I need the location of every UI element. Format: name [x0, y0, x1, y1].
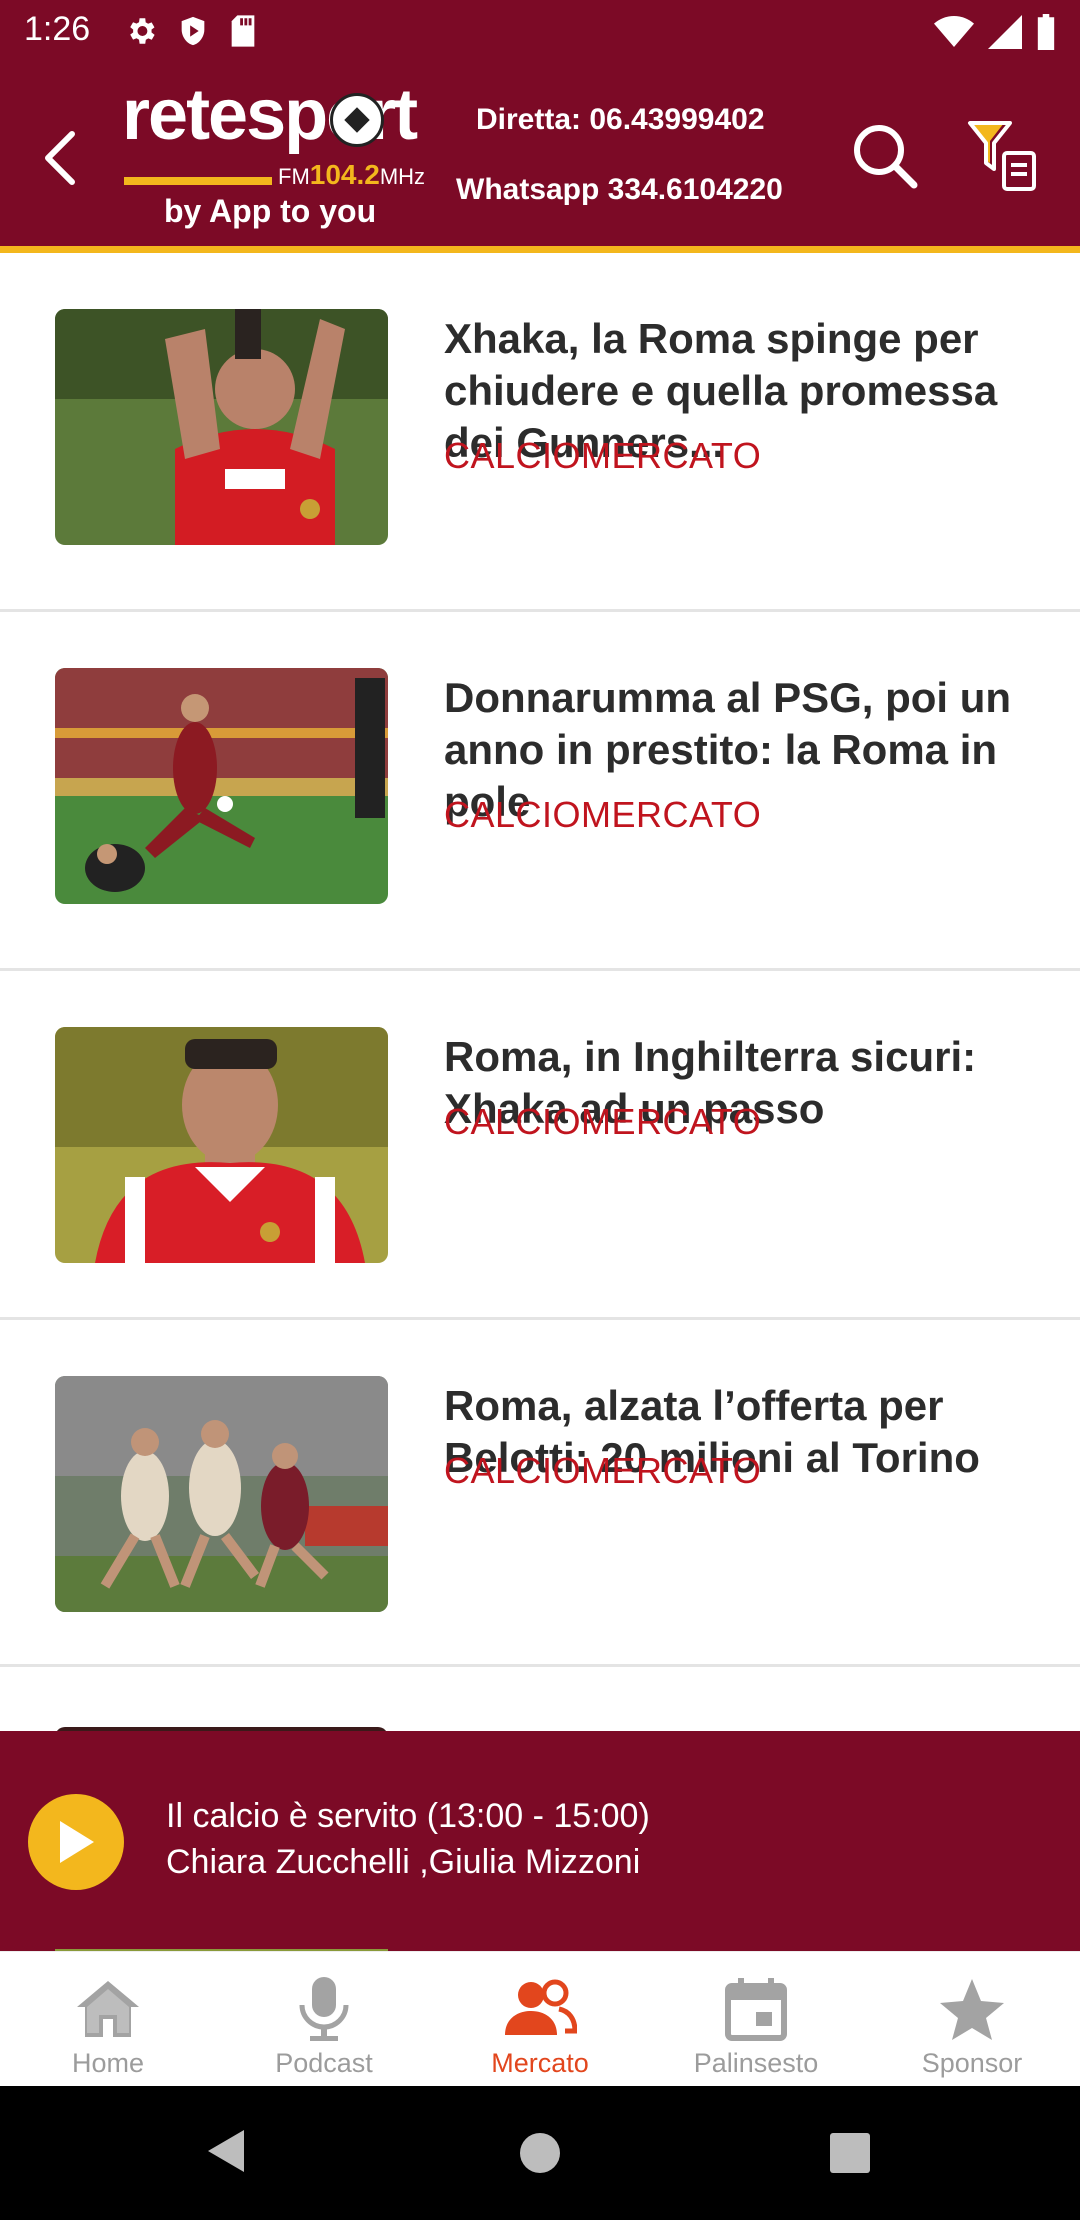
article-category[interactable]: CALCIOMERCATO — [444, 1450, 761, 1492]
signal-icon — [988, 15, 1022, 53]
article-list: Xhaka, la Roma spinge per chiudere e que… — [0, 253, 1080, 1667]
live-player-bar[interactable]: Il calcio è servito (13:00 - 15:00) Chia… — [0, 1731, 1080, 1951]
play-icon — [60, 1821, 94, 1863]
people-icon — [502, 1974, 578, 2044]
back-button[interactable] — [30, 123, 90, 193]
play-button[interactable] — [28, 1794, 124, 1890]
logo-frequency: FM104.2MHz — [278, 159, 426, 190]
system-home-button[interactable] — [520, 2133, 560, 2173]
nav-label: Palinsesto — [693, 2048, 819, 2078]
status-bar: 1:26 — [0, 0, 1080, 63]
home-icon — [70, 1974, 146, 2044]
bottom-navigation: Home Podcast Mercato Palinsesto Sponsor — [0, 1951, 1080, 2086]
nav-item-home[interactable]: Home — [0, 1952, 216, 2086]
nav-label: Home — [71, 2048, 145, 2078]
article-thumbnail[interactable] — [55, 668, 388, 904]
nav-label: Mercato — [491, 2048, 589, 2078]
battery-icon — [1036, 14, 1056, 54]
nav-item-palinsesto[interactable]: Palinsesto — [648, 1952, 864, 2086]
system-back-button[interactable] — [204, 2126, 248, 2180]
system-navigation-bar — [0, 2086, 1080, 2220]
nav-item-sponsor[interactable]: Sponsor — [864, 1952, 1080, 2086]
triangle-back-icon — [208, 2130, 244, 2172]
shield-play-icon — [176, 14, 210, 52]
show-title: Il calcio è servito (13:00 - 15:00) — [166, 1797, 650, 1835]
tagline: by App to you — [164, 193, 377, 229]
article-thumbnail[interactable] — [55, 1376, 388, 1612]
sd-card-icon — [228, 14, 258, 52]
wifi-icon — [934, 15, 974, 53]
show-hosts: Chiara Zucchelli ,Giulia Mizzoni — [166, 1843, 641, 1881]
search-button[interactable] — [846, 117, 924, 195]
logo-underline — [124, 177, 272, 185]
search-icon — [854, 125, 918, 189]
filter-list-icon — [968, 121, 1036, 191]
gear-icon — [124, 14, 158, 52]
article-thumbnail[interactable] — [55, 1027, 388, 1263]
nav-item-mercato[interactable]: Mercato — [432, 1952, 648, 2086]
article-category[interactable]: CALCIOMERCATO — [444, 1101, 761, 1143]
app-logo: retesport FM104.2MHz — [122, 75, 452, 195]
nav-item-podcast[interactable]: Podcast — [216, 1952, 432, 2086]
whatsapp-number[interactable]: Whatsapp 334.6104220 — [456, 173, 783, 207]
article-item[interactable]: Roma, alzata l’offerta per Belotti: 20 m… — [0, 1320, 1080, 1667]
soccer-ball-icon — [330, 93, 384, 147]
article-thumbnail[interactable] — [55, 309, 388, 545]
microphone-icon — [286, 1974, 362, 2044]
app-bar: retesport FM104.2MHz by App to you Diret… — [0, 63, 1080, 246]
article-category[interactable]: CALCIOMERCATO — [444, 794, 761, 836]
article-item[interactable]: Donnarumma al PSG, poi un anno in presti… — [0, 612, 1080, 971]
status-time: 1:26 — [24, 10, 91, 48]
app-bar-accent-line — [0, 246, 1080, 253]
category-filter-button[interactable] — [966, 117, 1046, 197]
star-icon — [934, 1974, 1010, 2044]
phone-number[interactable]: Diretta: 06.43999402 — [476, 103, 765, 137]
article-item[interactable]: Roma, in Inghilterra sicuri: Xhaka ad un… — [0, 971, 1080, 1320]
article-category[interactable]: CALCIOMERCATO — [444, 435, 761, 477]
back-arrow-icon — [45, 131, 75, 185]
nav-label: Sponsor — [921, 2048, 1023, 2078]
calendar-icon — [718, 1974, 794, 2044]
nav-label: Podcast — [275, 2048, 373, 2078]
article-item[interactable]: Xhaka, la Roma spinge per chiudere e que… — [0, 253, 1080, 612]
system-recents-button[interactable] — [830, 2133, 870, 2173]
